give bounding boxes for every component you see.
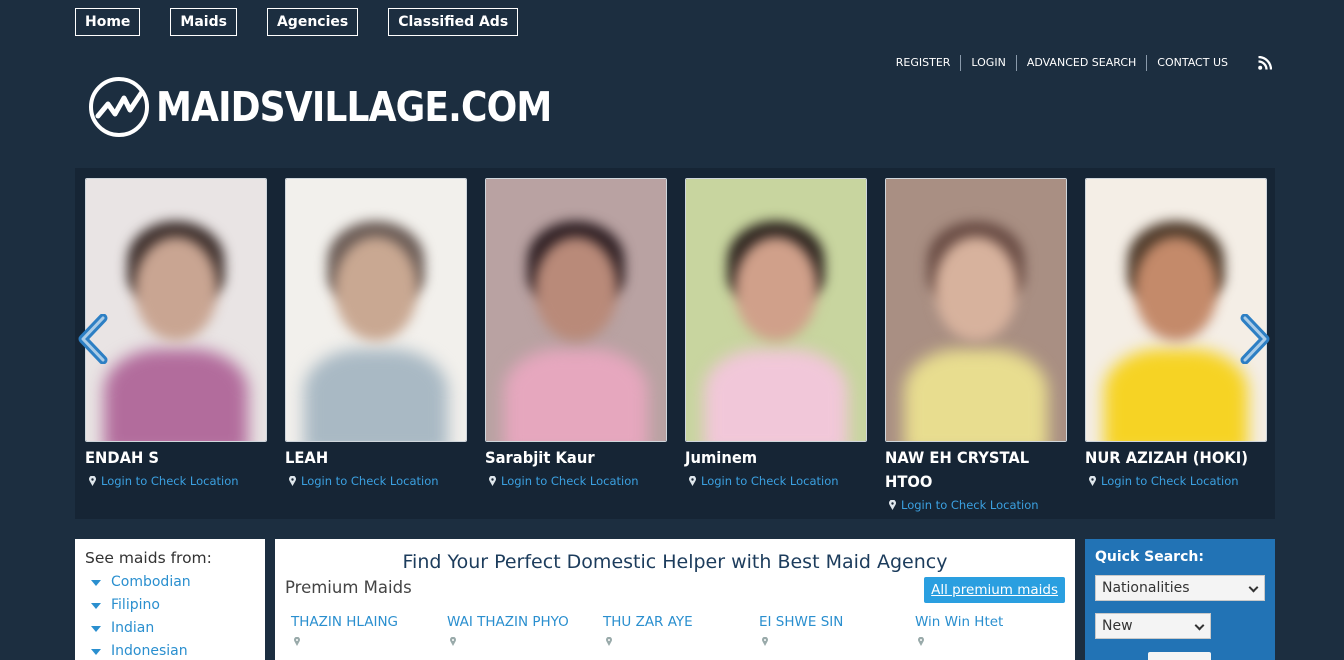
quick-search-submit-button[interactable] bbox=[1148, 652, 1211, 660]
featured-maids-carousel: ENDAH S Login to Check Location LEAH Login … bbox=[75, 168, 1275, 519]
nationality-item[interactable]: Filipino bbox=[85, 594, 255, 617]
check-location-label: Login to Check Location bbox=[301, 474, 439, 488]
page-heading: Find Your Perfect Domestic Helper with B… bbox=[402, 551, 948, 573]
maid-name[interactable]: Juminem bbox=[685, 446, 852, 470]
logo-text: MAIDSVILLAGE.COM bbox=[156, 83, 552, 131]
check-location-label: Login to Check Location bbox=[701, 474, 839, 488]
quick-search-panel: Quick Search: Nationalities New bbox=[1085, 539, 1275, 660]
check-location-label: Login to Check Location bbox=[1101, 474, 1239, 488]
status-select-value: New bbox=[1102, 618, 1133, 634]
check-location-link[interactable]: Login to Check Location bbox=[89, 470, 267, 492]
site-logo[interactable]: MAIDSVILLAGE.COM bbox=[88, 76, 605, 138]
location-pin-icon bbox=[450, 636, 456, 646]
maid-name[interactable]: NUR AZIZAH (HOKI) bbox=[1085, 446, 1252, 470]
maid-card[interactable]: NAW EH CRYSTAL HTOO Login to Check Locati… bbox=[885, 178, 1067, 516]
maid-card[interactable]: Juminem Login to Check Location bbox=[685, 178, 867, 492]
nationality-item[interactable]: Indonesian bbox=[85, 640, 255, 660]
premium-maid-name[interactable]: EI SHWE SIN bbox=[759, 613, 915, 631]
location-pin-icon bbox=[489, 476, 496, 486]
rss-icon[interactable] bbox=[1258, 56, 1272, 70]
nav-classified-ads[interactable]: Classified Ads bbox=[388, 8, 519, 36]
maid-name[interactable]: NAW EH CRYSTAL HTOO bbox=[885, 446, 1052, 494]
nav-agencies[interactable]: Agencies bbox=[266, 8, 359, 36]
location-pin-icon bbox=[889, 500, 896, 510]
maid-photo[interactable] bbox=[1085, 178, 1267, 442]
caret-down-icon bbox=[91, 625, 101, 632]
premium-maid-name[interactable]: WAI THAZIN PHYO bbox=[447, 613, 603, 631]
carousel-next-icon[interactable] bbox=[1239, 314, 1273, 364]
location-pin-icon bbox=[689, 476, 696, 486]
nationality-select-value: Nationalities bbox=[1102, 580, 1190, 596]
nationality-label: Filipino bbox=[111, 597, 160, 613]
check-location-link[interactable]: Login to Check Location bbox=[889, 494, 1067, 516]
contact-us-link[interactable]: CONTACT US bbox=[1147, 55, 1238, 71]
location-pin-icon bbox=[289, 476, 296, 486]
check-location-link[interactable]: Login to Check Location bbox=[489, 470, 667, 492]
maid-name[interactable]: ENDAH S bbox=[85, 446, 252, 470]
all-premium-maids-button[interactable]: All premium maids bbox=[924, 577, 1065, 603]
nationality-label: Indian bbox=[111, 620, 155, 636]
maid-card[interactable]: Sarabjit Kaur Login to Check Location bbox=[485, 178, 667, 492]
premium-maids-subheading: Premium Maids bbox=[285, 578, 412, 597]
premium-maids-panel: Find Your Perfect Domestic Helper with B… bbox=[275, 539, 1075, 660]
location-pin-icon bbox=[1089, 476, 1096, 486]
see-maids-panel: See maids from: Combodian Filipino India… bbox=[75, 539, 265, 660]
advanced-search-link[interactable]: ADVANCED SEARCH bbox=[1017, 55, 1148, 71]
nav-home[interactable]: Home bbox=[75, 8, 141, 36]
nav-maids[interactable]: Maids bbox=[170, 8, 237, 36]
nationality-label: Combodian bbox=[111, 574, 191, 590]
register-link[interactable]: REGISTER bbox=[886, 55, 962, 71]
premium-maid-item[interactable]: THU ZAR AYE bbox=[603, 613, 759, 650]
nationality-item[interactable]: Combodian bbox=[85, 571, 255, 594]
check-location-label: Login to Check Location bbox=[901, 498, 1039, 512]
caret-down-icon bbox=[91, 602, 101, 609]
location-pin-icon bbox=[918, 636, 924, 646]
premium-maid-name[interactable]: THU ZAR AYE bbox=[603, 613, 759, 631]
premium-maid-name[interactable]: Win Win Htet bbox=[915, 613, 1071, 631]
maid-photo[interactable] bbox=[485, 178, 667, 442]
nationality-select[interactable]: Nationalities bbox=[1095, 575, 1265, 601]
maid-card[interactable]: LEAH Login to Check Location bbox=[285, 178, 467, 492]
see-maids-title: See maids from: bbox=[85, 549, 212, 567]
maid-photo[interactable] bbox=[85, 178, 267, 442]
nationality-list: Combodian Filipino Indian Indonesian bbox=[85, 571, 255, 660]
check-location-link[interactable]: Login to Check Location bbox=[289, 470, 467, 492]
check-location-link[interactable]: Login to Check Location bbox=[689, 470, 867, 492]
chevron-down-icon bbox=[1248, 582, 1259, 593]
carousel-prev-icon[interactable] bbox=[75, 314, 109, 364]
maid-card[interactable]: ENDAH S Login to Check Location bbox=[85, 178, 267, 492]
maid-photo[interactable] bbox=[285, 178, 467, 442]
maid-name[interactable]: Sarabjit Kaur bbox=[485, 446, 652, 470]
nationality-label: Indonesian bbox=[111, 643, 188, 659]
premium-maids-list: THAZIN HLAING WAI THAZIN PHYO THU ZAR AY… bbox=[291, 613, 1071, 650]
caret-down-icon bbox=[91, 579, 101, 586]
main-nav: Home Maids Agencies Classified Ads bbox=[75, 8, 519, 36]
location-pin-icon bbox=[762, 636, 768, 646]
utility-links: REGISTER LOGIN ADVANCED SEARCH CONTACT U… bbox=[886, 55, 1272, 71]
logo-mark-icon bbox=[89, 77, 149, 137]
premium-maid-item[interactable]: WAI THAZIN PHYO bbox=[447, 613, 603, 650]
premium-maid-name[interactable]: THAZIN HLAING bbox=[291, 613, 447, 631]
maid-photo[interactable] bbox=[685, 178, 867, 442]
nationality-item[interactable]: Indian bbox=[85, 617, 255, 640]
check-location-label: Login to Check Location bbox=[501, 474, 639, 488]
status-select[interactable]: New bbox=[1095, 613, 1211, 639]
premium-maid-item[interactable]: EI SHWE SIN bbox=[759, 613, 915, 650]
quick-search-title: Quick Search: bbox=[1095, 549, 1204, 565]
caret-down-icon bbox=[91, 648, 101, 655]
check-location-label: Login to Check Location bbox=[101, 474, 239, 488]
maid-photo[interactable] bbox=[885, 178, 1067, 442]
maid-name[interactable]: LEAH bbox=[285, 446, 452, 470]
login-link[interactable]: LOGIN bbox=[961, 55, 1017, 71]
location-pin-icon bbox=[89, 476, 96, 486]
location-pin-icon bbox=[294, 636, 300, 646]
check-location-link[interactable]: Login to Check Location bbox=[1089, 470, 1267, 492]
location-pin-icon bbox=[606, 636, 612, 646]
premium-maid-item[interactable]: THAZIN HLAING bbox=[291, 613, 447, 650]
premium-maid-item[interactable]: Win Win Htet bbox=[915, 613, 1071, 650]
chevron-down-icon bbox=[1194, 620, 1205, 631]
